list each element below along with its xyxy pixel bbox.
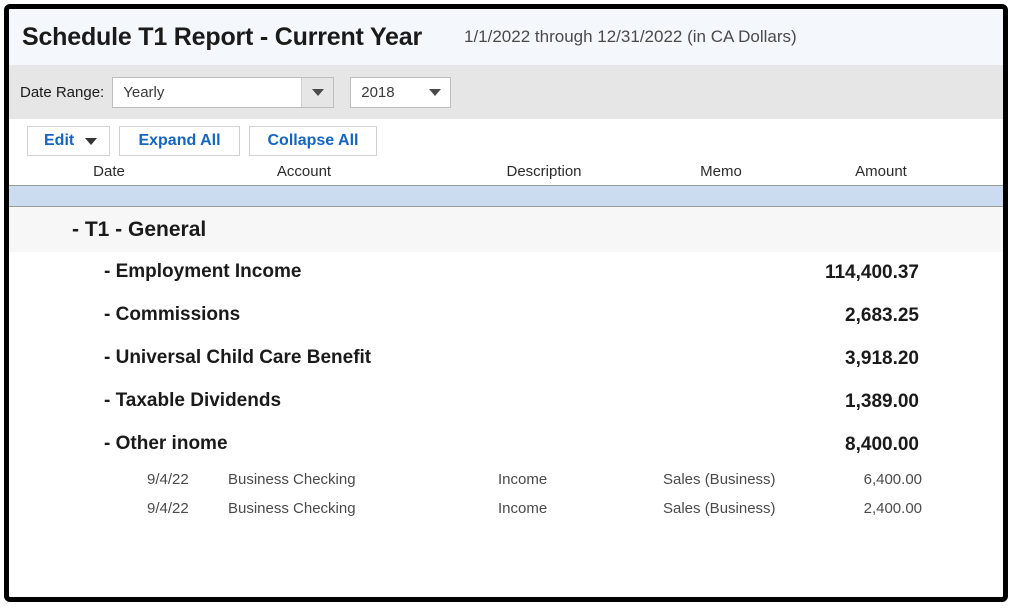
selected-row[interactable] <box>9 185 1003 207</box>
chevron-down-icon <box>85 138 97 145</box>
page-title: Schedule T1 Report - Current Year <box>22 23 422 52</box>
year-select-button[interactable] <box>419 78 450 107</box>
column-header-amount[interactable]: Amount <box>821 163 941 180</box>
collapse-all-button[interactable]: Collapse All <box>249 126 377 156</box>
table-row[interactable]: 9/4/22 Business Checking Income Sales (B… <box>9 467 1003 496</box>
transaction-memo: Sales (Business) <box>663 471 776 488</box>
expand-all-button[interactable]: Expand All <box>119 126 240 156</box>
category-amount: 3,918.20 <box>845 348 919 370</box>
date-range-label: Date Range: <box>20 84 104 101</box>
category-amount: 1,389.00 <box>845 391 919 413</box>
category-row[interactable]: - Other inome 8,400.00 <box>9 424 1003 467</box>
category-amount: 114,400.37 <box>825 262 919 284</box>
transaction-memo: Sales (Business) <box>663 500 776 517</box>
category-label: - Taxable Dividends <box>104 390 281 412</box>
group-row-t1-general[interactable]: - T1 - General <box>9 207 1003 252</box>
column-header-description[interactable]: Description <box>474 163 614 180</box>
transaction-description: Income <box>498 500 547 517</box>
chevron-down-icon <box>312 89 324 96</box>
table-column-headers: Date Account Description Memo Amount <box>9 163 1003 185</box>
category-label: - Employment Income <box>104 261 301 283</box>
date-range-select[interactable]: Yearly <box>112 77 334 108</box>
year-select[interactable]: 2018 <box>350 77 451 108</box>
column-header-account[interactable]: Account <box>234 163 374 180</box>
category-amount: 2,683.25 <box>845 305 919 327</box>
column-header-memo[interactable]: Memo <box>661 163 781 180</box>
column-header-date[interactable]: Date <box>49 163 169 180</box>
category-label: - Other inome <box>104 433 228 455</box>
chevron-down-icon <box>429 89 441 96</box>
date-range-select-button[interactable] <box>301 78 333 107</box>
category-row[interactable]: - Employment Income 114,400.37 <box>9 252 1003 295</box>
transaction-date: 9/4/22 <box>147 471 189 488</box>
category-row[interactable]: - Commissions 2,683.25 <box>9 295 1003 338</box>
transaction-account: Business Checking <box>228 471 356 488</box>
category-row[interactable]: - Universal Child Care Benefit 3,918.20 <box>9 338 1003 381</box>
transaction-account: Business Checking <box>228 500 356 517</box>
transaction-amount: 6,400.00 <box>864 471 922 488</box>
date-range-select-value: Yearly <box>113 84 301 101</box>
transaction-description: Income <box>498 471 547 488</box>
edit-button[interactable]: Edit <box>27 126 110 156</box>
date-range-toolbar: Date Range: Yearly 2018 <box>9 65 1003 119</box>
category-label: - Commissions <box>104 304 240 326</box>
report-date-range-subtitle: 1/1/2022 through 12/31/2022 (in CA Dolla… <box>464 27 797 47</box>
category-amount: 8,400.00 <box>845 434 919 456</box>
report-window: Schedule T1 Report - Current Year 1/1/20… <box>4 4 1008 602</box>
group-row-label: - T1 - General <box>72 218 206 242</box>
edit-button-label: Edit <box>44 132 74 150</box>
category-label: - Universal Child Care Benefit <box>104 347 371 369</box>
title-bar: Schedule T1 Report - Current Year 1/1/20… <box>9 9 1003 65</box>
table-row[interactable]: 9/4/22 Business Checking Income Sales (B… <box>9 496 1003 525</box>
transaction-date: 9/4/22 <box>147 500 189 517</box>
year-select-value: 2018 <box>351 84 419 101</box>
transaction-amount: 2,400.00 <box>864 500 922 517</box>
category-row[interactable]: - Taxable Dividends 1,389.00 <box>9 381 1003 424</box>
report-action-bar: Edit Expand All Collapse All <box>9 119 1003 163</box>
